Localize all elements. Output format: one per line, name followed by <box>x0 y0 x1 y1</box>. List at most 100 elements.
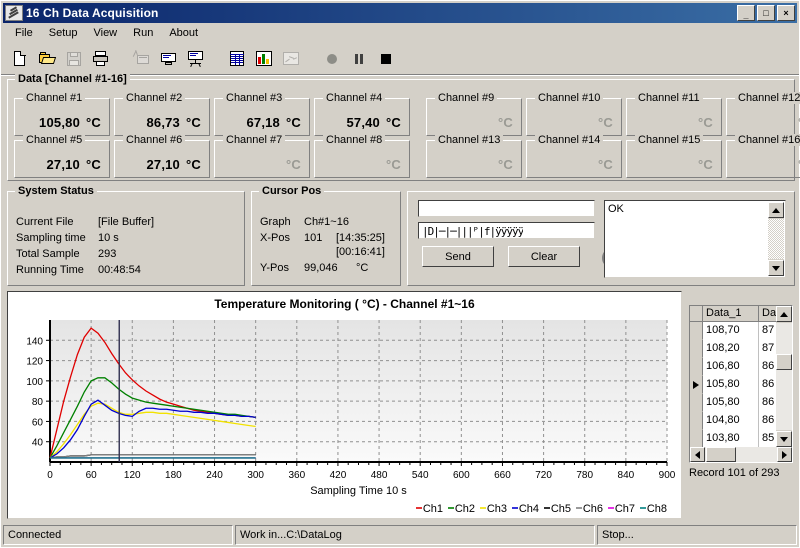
table-row[interactable]: 105,8086 <box>690 376 779 394</box>
run-status: Stop... <box>597 525 797 545</box>
table-cell[interactable]: 108,70 <box>703 322 759 340</box>
row-selector[interactable] <box>690 394 703 412</box>
clear-button[interactable]: Clear <box>508 246 580 267</box>
maximize-button[interactable]: □ <box>757 5 775 21</box>
chart-panel[interactable]: Temperature Monitoring ( °C) - Channel #… <box>7 291 682 519</box>
open-file-button[interactable] <box>34 46 60 71</box>
table-row[interactable]: 108,2087 <box>690 340 779 358</box>
menu-file[interactable]: File <box>7 25 41 41</box>
grid-hscroll-thumb[interactable] <box>706 447 736 462</box>
svg-text:40: 40 <box>32 438 44 449</box>
table-row[interactable]: 108,7087 <box>690 322 779 340</box>
system-status-label: Sampling time <box>16 232 86 244</box>
table-cell[interactable]: 103,80 <box>703 430 759 448</box>
stop-button[interactable] <box>373 46 399 71</box>
table-cell[interactable]: 108,20 <box>703 340 759 358</box>
row-selector[interactable] <box>690 358 703 376</box>
terminal-button[interactable] <box>156 46 182 71</box>
data-grid[interactable]: Data_1Da 108,7087108,2087106,8086105,808… <box>689 305 793 463</box>
log-scroll-track[interactable] <box>768 219 784 259</box>
data-grid-column-header[interactable]: Data_1 <box>703 306 759 322</box>
chevron-down-icon <box>772 266 780 271</box>
window-title: 16 Ch Data Acquisition <box>26 6 737 20</box>
communication-log[interactable]: OK <box>604 200 786 278</box>
grid-scroll-down-button[interactable] <box>776 431 792 447</box>
row-selector[interactable] <box>690 322 703 340</box>
channel-value: 67,18°C <box>246 115 301 130</box>
svg-text:60: 60 <box>32 417 44 428</box>
channel-reading: 27,10 <box>46 157 80 172</box>
channel-unit: °C <box>186 157 201 172</box>
connection-status: Connected <box>3 525 233 545</box>
channel-group-gap <box>414 134 422 176</box>
table-cell[interactable]: 105,80 <box>703 376 759 394</box>
table-cell[interactable]: 104,80 <box>703 412 759 430</box>
record-button[interactable] <box>319 46 345 71</box>
connect-button[interactable] <box>129 46 155 71</box>
table-row[interactable]: 105,8086 <box>690 394 779 412</box>
channel-value: 105,80°C <box>39 115 101 130</box>
new-file-button[interactable] <box>7 46 33 71</box>
svg-text:420: 420 <box>330 470 347 481</box>
row-selector[interactable] <box>690 430 703 448</box>
disconnect-button[interactable] <box>183 46 209 71</box>
close-button[interactable]: × <box>777 5 795 21</box>
save-file-button[interactable] <box>61 46 87 71</box>
row-selector[interactable] <box>690 340 703 358</box>
channel-grid: Channel #1105,80°CChannel #286,73°CChann… <box>14 92 800 176</box>
send-button[interactable]: Send <box>422 246 494 267</box>
channel-unit: °C <box>286 157 301 172</box>
menu-view[interactable]: View <box>85 25 125 41</box>
grid-scroll-left-button[interactable] <box>690 447 705 462</box>
svg-text:80: 80 <box>32 397 44 408</box>
line-chart-button[interactable] <box>278 46 304 71</box>
table-view-button[interactable] <box>224 46 250 71</box>
channel-unit: °C <box>186 115 201 130</box>
print-button[interactable] <box>88 46 114 71</box>
minimize-button[interactable]: _ <box>737 5 755 21</box>
table-cell[interactable]: 106,80 <box>703 358 759 376</box>
channel-label: Channel #4 <box>323 92 385 104</box>
grid-scroll-right-button[interactable] <box>777 447 792 462</box>
row-selector[interactable] <box>690 412 703 430</box>
menu-bar: FileSetupViewRunAbout <box>1 23 799 42</box>
log-vertical-scrollbar[interactable] <box>768 202 784 276</box>
channel-box: Channel #527,10°C <box>14 140 110 178</box>
row-selector[interactable] <box>690 376 703 394</box>
svg-text:480: 480 <box>371 470 388 481</box>
channel-box: Channel #9°C <box>426 98 522 136</box>
grid-scroll-track[interactable] <box>776 323 792 430</box>
table-cell[interactable]: 105,80 <box>703 394 759 412</box>
channel-group-gap <box>414 92 422 134</box>
channel-box: Channel #14°C <box>526 140 622 178</box>
grid-scroll-up-button[interactable] <box>776 306 792 322</box>
svg-text:120: 120 <box>124 470 141 481</box>
temperature-chart[interactable]: 0601201802403003604204805406006607207808… <box>8 292 681 518</box>
table-row[interactable]: 106,8086 <box>690 358 779 376</box>
minimize-icon: _ <box>743 11 748 20</box>
grid-scroll-thumb[interactable] <box>776 354 792 370</box>
table-row[interactable]: 103,8085 <box>690 430 779 448</box>
menu-run[interactable]: Run <box>125 25 161 41</box>
ypos-label: Y-Pos <box>260 262 289 274</box>
app-icon <box>5 5 23 21</box>
channel-label: Channel #15 <box>635 134 703 146</box>
log-scroll-up-button[interactable] <box>768 202 784 218</box>
menu-about[interactable]: About <box>161 25 206 41</box>
ypos-unit: °C <box>356 262 368 274</box>
bar-chart-button[interactable] <box>251 46 277 71</box>
svg-text:660: 660 <box>494 470 511 481</box>
log-scroll-down-button[interactable] <box>768 260 784 276</box>
channel-reading: 67,18 <box>246 115 280 130</box>
menu-setup[interactable]: Setup <box>41 25 86 41</box>
table-row[interactable]: 104,8086 <box>690 412 779 430</box>
channel-value: °C <box>280 157 301 172</box>
channel-label: Channel #10 <box>535 92 603 104</box>
application-window: 16 Ch Data Acquisition _ □ × FileSetupVi… <box>0 0 800 548</box>
svg-text:Ch5: Ch5 <box>551 503 571 515</box>
command-received-input[interactable]: |D|─|─|||ᴾ|f|ÿÿÿÿÿ <box>418 222 595 239</box>
command-send-input[interactable] <box>418 200 595 217</box>
grid-horizontal-scrollbar[interactable] <box>690 447 792 462</box>
pause-button[interactable] <box>346 46 372 71</box>
grid-vertical-scrollbar[interactable] <box>776 306 792 447</box>
